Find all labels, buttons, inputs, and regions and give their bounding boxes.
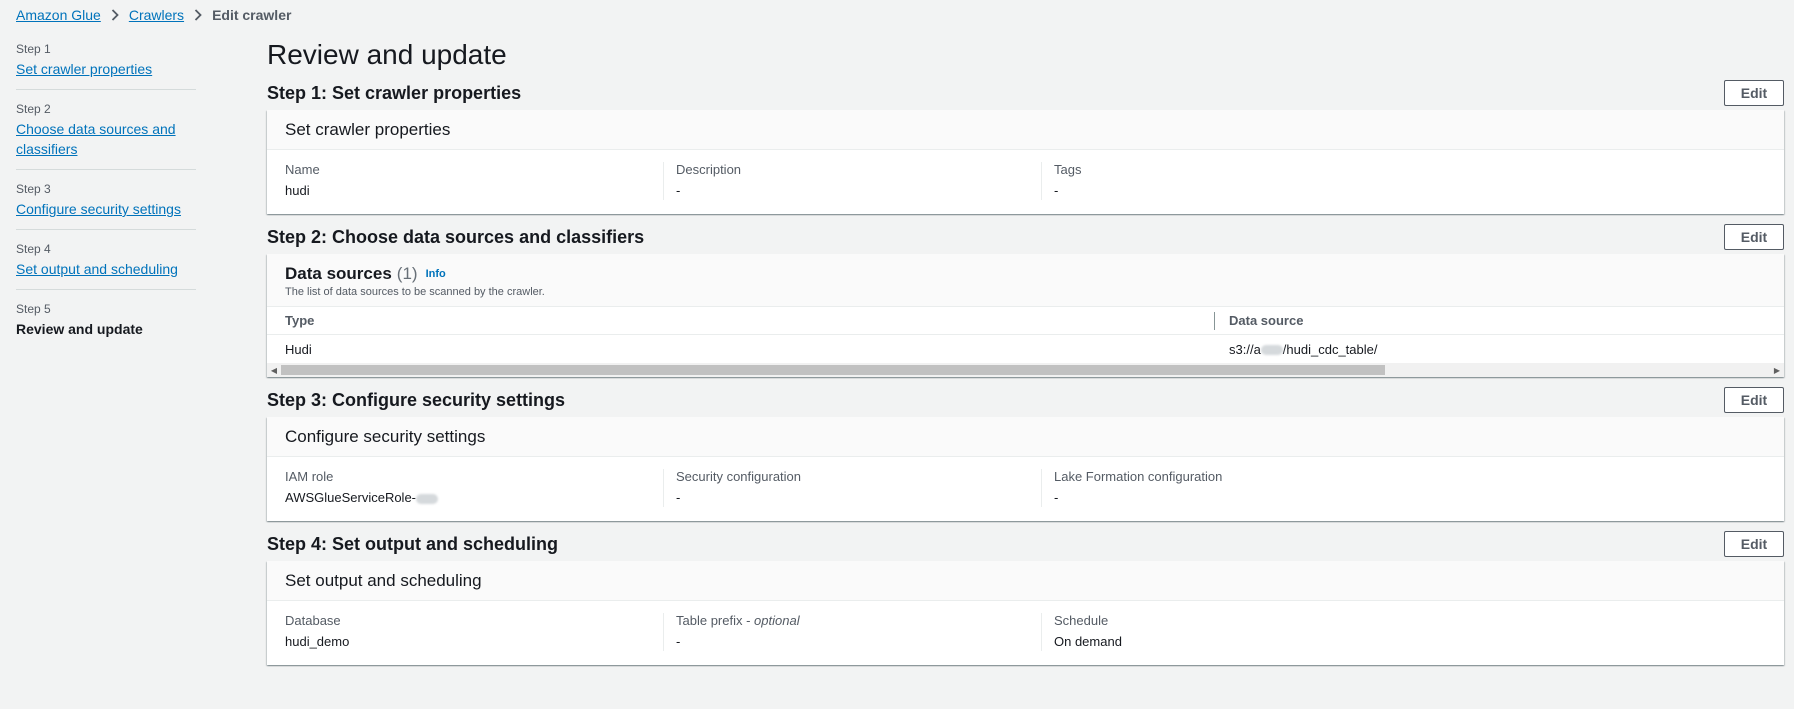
edit-step1-button[interactable]: Edit bbox=[1724, 80, 1784, 106]
section-header-step1: Step 1: Set crawler properties Edit bbox=[267, 76, 1784, 110]
step-current-review: Review and update bbox=[16, 321, 143, 337]
step-link-output-scheduling[interactable]: Set output and scheduling bbox=[16, 261, 178, 277]
breadcrumb-amazon-glue[interactable]: Amazon Glue bbox=[16, 7, 101, 23]
section-title: Step 1: Set crawler properties bbox=[267, 82, 522, 103]
step-4: Step 4 Set output and scheduling bbox=[16, 242, 196, 290]
chevron-right-icon bbox=[111, 9, 119, 21]
card-title: Configure security settings bbox=[267, 417, 1784, 457]
tags-field: Tags - bbox=[1041, 162, 1784, 200]
data-sources-description: The list of data sources to be scanned b… bbox=[285, 286, 545, 298]
crawler-properties-card: Set crawler properties Name hudi Descrip… bbox=[267, 110, 1784, 214]
field-value: - bbox=[1054, 490, 1059, 505]
field-value: - bbox=[676, 183, 681, 198]
field-label: Lake Formation configuration bbox=[1054, 469, 1223, 484]
field-value: - bbox=[1054, 183, 1059, 198]
step-number: Step 5 bbox=[16, 302, 51, 316]
key-value-row: Name hudi Description - Tags - bbox=[267, 150, 1784, 214]
step-link-data-sources[interactable]: Choose data sources and classifiers bbox=[16, 121, 176, 157]
step-number: Step 2 bbox=[16, 102, 51, 116]
wizard-steps-nav: Step 1 Set crawler properties Step 2 Cho… bbox=[16, 42, 196, 361]
field-label: IAM role bbox=[285, 469, 334, 484]
scrollbar-track[interactable] bbox=[281, 363, 1770, 377]
table-header: Type Data source bbox=[267, 307, 1784, 335]
lake-formation-field: Lake Formation configuration - bbox=[1041, 469, 1784, 507]
edit-step3-button[interactable]: Edit bbox=[1724, 387, 1784, 413]
field-value: On demand bbox=[1054, 634, 1122, 649]
breadcrumb-crawlers[interactable]: Crawlers bbox=[129, 7, 184, 23]
scrollbar-thumb[interactable] bbox=[281, 365, 1385, 375]
column-header-type[interactable]: Type bbox=[267, 313, 1214, 328]
step-link-crawler-properties[interactable]: Set crawler properties bbox=[16, 61, 152, 77]
data-sources-card: Data sources (1) Info The list of data s… bbox=[267, 254, 1784, 377]
section-header-step4: Step 4: Set output and scheduling Edit bbox=[267, 527, 1784, 561]
field-label: Name bbox=[285, 162, 320, 177]
field-value: - bbox=[676, 490, 681, 505]
data-source-suffix: /hudi_cdc_table/ bbox=[1282, 341, 1378, 357]
field-value: hudi_demo bbox=[285, 634, 350, 649]
redacted-text bbox=[1260, 345, 1283, 356]
data-sources-table: Type Data source Hudi s3://a/hudi_cdc_ta… bbox=[267, 307, 1784, 377]
data-sources-title: Data sources (1) Info bbox=[285, 264, 1766, 284]
output-scheduling-card: Set output and scheduling Database hudi_… bbox=[267, 561, 1784, 665]
iam-role-field: IAM role AWSGlueServiceRole- bbox=[285, 469, 663, 507]
redacted-text bbox=[416, 493, 439, 504]
step-number: Step 3 bbox=[16, 182, 51, 196]
scroll-right-icon[interactable]: ▶ bbox=[1770, 363, 1784, 377]
cell-type: Hudi bbox=[285, 341, 312, 357]
table-prefix-field: Table prefix - optional - bbox=[663, 613, 1041, 651]
field-value: AWSGlueServiceRole- bbox=[285, 489, 651, 507]
data-source-prefix: s3://a bbox=[1229, 341, 1261, 357]
security-settings-card: Configure security settings IAM role AWS… bbox=[267, 417, 1784, 521]
card-title: Set output and scheduling bbox=[267, 561, 1784, 601]
cell-data-source: s3://a/hudi_cdc_table/ bbox=[1214, 342, 1784, 357]
field-label: Tags bbox=[1054, 162, 1082, 177]
iam-role-value: AWSGlueServiceRole- bbox=[285, 490, 417, 505]
database-field: Database hudi_demo bbox=[285, 613, 663, 651]
data-sources-header: Data sources (1) Info The list of data s… bbox=[267, 254, 1784, 307]
field-label: Security configuration bbox=[676, 469, 802, 484]
breadcrumb-current: Edit crawler bbox=[212, 7, 292, 23]
section-title: Step 2: Choose data sources and classifi… bbox=[267, 226, 645, 247]
scroll-left-icon[interactable]: ◀ bbox=[267, 363, 281, 377]
field-label: Description bbox=[676, 162, 742, 177]
section-header-step3: Step 3: Configure security settings Edit bbox=[267, 383, 1784, 417]
key-value-row: IAM role AWSGlueServiceRole- Security co… bbox=[267, 457, 1784, 521]
edit-step2-button[interactable]: Edit bbox=[1724, 224, 1784, 250]
info-link[interactable]: Info bbox=[426, 268, 446, 280]
section-title: Step 4: Set output and scheduling bbox=[267, 533, 559, 554]
step-2: Step 2 Choose data sources and classifie… bbox=[16, 102, 196, 170]
horizontal-scrollbar[interactable]: ◀ ▶ bbox=[267, 363, 1784, 377]
schedule-field: Schedule On demand bbox=[1041, 613, 1784, 651]
step-number: Step 1 bbox=[16, 42, 51, 56]
step-link-security-settings[interactable]: Configure security settings bbox=[16, 201, 181, 217]
column-header-data-source[interactable]: Data source bbox=[1214, 311, 1784, 330]
description-field: Description - bbox=[663, 162, 1041, 200]
key-value-row: Database hudi_demo Table prefix - option… bbox=[267, 601, 1784, 665]
security-configuration-field: Security configuration - bbox=[663, 469, 1041, 507]
card-title: Set crawler properties bbox=[267, 110, 1784, 150]
card-title: Data sources bbox=[285, 264, 392, 283]
name-field: Name hudi bbox=[285, 162, 663, 200]
step-number: Step 4 bbox=[16, 242, 51, 256]
table-row: Hudi s3://a/hudi_cdc_table/ bbox=[267, 335, 1784, 363]
data-sources-count: (1) bbox=[396, 264, 418, 283]
field-label: Schedule bbox=[1054, 613, 1109, 628]
step-3: Step 3 Configure security settings bbox=[16, 182, 196, 230]
step-1: Step 1 Set crawler properties bbox=[16, 42, 196, 90]
table-prefix-label: Table prefix - bbox=[676, 613, 755, 628]
edit-step4-button[interactable]: Edit bbox=[1724, 531, 1784, 557]
field-label: Database bbox=[285, 613, 341, 628]
step-5: Step 5 Review and update bbox=[16, 302, 196, 349]
section-header-step2: Step 2: Choose data sources and classifi… bbox=[267, 220, 1784, 254]
section-title: Step 3: Configure security settings bbox=[267, 389, 566, 410]
field-value: hudi bbox=[285, 183, 310, 198]
optional-label: optional bbox=[754, 613, 800, 628]
main-content: Review and update Step 1: Set crawler pr… bbox=[267, 36, 1784, 671]
page-title: Review and update bbox=[267, 39, 507, 70]
field-label: Table prefix - optional bbox=[676, 613, 1029, 629]
breadcrumb: Amazon Glue Crawlers Edit crawler bbox=[16, 7, 291, 23]
field-value: - bbox=[676, 634, 681, 649]
chevron-right-icon bbox=[194, 9, 202, 21]
